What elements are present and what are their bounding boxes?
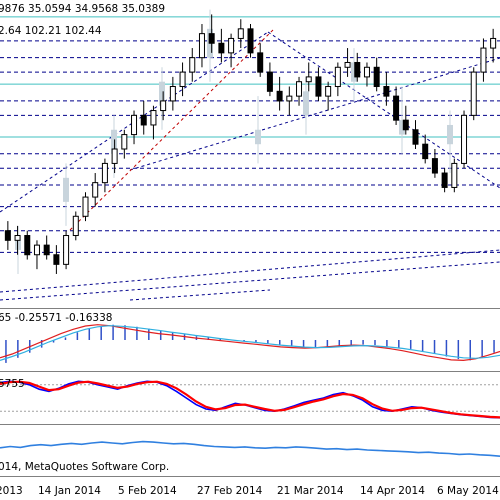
bear-candle xyxy=(383,86,390,97)
bear-candle xyxy=(257,52,264,73)
bull-candle xyxy=(286,95,293,102)
bull-candle xyxy=(334,66,341,88)
bull-candle xyxy=(451,162,458,188)
bull-candle xyxy=(237,28,244,39)
x-tick-label: 5 Feb 2014 xyxy=(118,485,177,497)
x-tick-label: 6 May 2014 xyxy=(437,485,499,497)
bull-candle xyxy=(198,33,205,59)
bear-candle xyxy=(140,114,147,126)
bull-candle xyxy=(296,81,303,97)
bear-candle xyxy=(393,95,400,121)
bull-candle xyxy=(228,37,235,54)
bull-candle xyxy=(169,86,176,102)
bull-candle xyxy=(305,76,312,83)
bear-candle xyxy=(431,158,438,174)
macd-header: 65 -0.25571 -0.16338 xyxy=(0,312,112,324)
bull-candle xyxy=(14,235,21,241)
bear-candle xyxy=(208,33,215,44)
bull-candle xyxy=(461,114,468,164)
bull-candle xyxy=(189,57,196,73)
x-tick-label: 14 Jan 2014 xyxy=(38,485,101,497)
bull-candle xyxy=(82,196,89,217)
bull-candle xyxy=(150,110,157,126)
bear-candle xyxy=(373,66,380,88)
x-tick-label: 2013 xyxy=(0,485,23,497)
bull-candle xyxy=(480,47,487,73)
bull-candle xyxy=(363,66,370,78)
bear-candle xyxy=(218,42,225,54)
bull-candle xyxy=(111,148,118,164)
bear-candle xyxy=(24,235,31,256)
gray-candle-body xyxy=(255,129,261,145)
stoch-header: 5755 xyxy=(0,378,25,390)
bear-candle xyxy=(266,71,273,92)
bull-candle xyxy=(344,61,351,68)
chart-area: 9876 35.0594 34.9568 35.0389 2.64 102.21… xyxy=(0,0,500,500)
bear-candle xyxy=(354,61,361,78)
bull-candle xyxy=(179,71,186,88)
bull-candle xyxy=(33,244,40,256)
bear-candle xyxy=(412,129,419,145)
bull-candle xyxy=(470,71,477,116)
bull-candle xyxy=(121,134,128,150)
bear-candle xyxy=(402,119,409,131)
bull-candle xyxy=(325,86,332,97)
bull-candle xyxy=(92,182,99,198)
bull-candle xyxy=(63,235,70,265)
indicator-header: 2.64 102.21 102.44 xyxy=(0,25,102,37)
bull-candle xyxy=(101,162,108,184)
x-tick-label: 27 Feb 2014 xyxy=(197,485,263,497)
x-axis: 2013 14 Jan 2014 5 Feb 2014 27 Feb 2014 … xyxy=(0,485,499,497)
gray-candle-body xyxy=(63,177,69,202)
x-tick-label: 21 Mar 2014 xyxy=(277,485,344,497)
bear-candle xyxy=(53,254,60,265)
bear-candle xyxy=(276,90,283,102)
gray-candle-body xyxy=(303,91,309,116)
bear-candle xyxy=(422,143,429,160)
price-header: 9876 35.0594 34.9568 35.0389 xyxy=(0,3,165,15)
bear-candle xyxy=(315,76,322,97)
bear-candle xyxy=(441,172,448,188)
gray-candle-body xyxy=(447,124,453,145)
bull-candle xyxy=(72,215,79,237)
x-tick-label: 14 Apr 2014 xyxy=(360,485,425,497)
bull-candle xyxy=(131,114,138,136)
bull-candle xyxy=(490,37,497,49)
bear-candle xyxy=(247,28,254,54)
bear-candle xyxy=(43,244,50,256)
bear-candle xyxy=(4,230,11,241)
copyright-text: 014, MetaQuotes Software Corp. xyxy=(0,461,169,473)
bull-candle xyxy=(160,100,167,112)
